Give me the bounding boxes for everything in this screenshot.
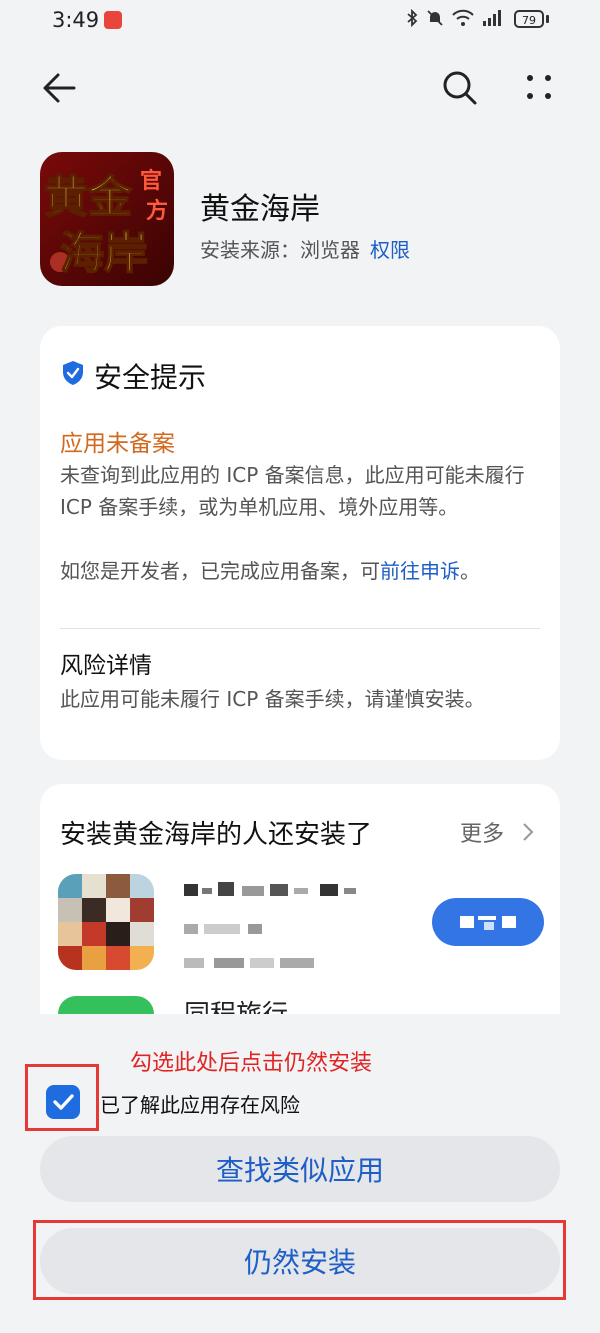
app-name: 黄金海岸	[200, 192, 320, 227]
svg-text:官: 官	[140, 168, 162, 194]
related-app-icon-blurred[interactable]	[58, 874, 154, 970]
bluetooth-icon	[407, 9, 418, 27]
risk-acknowledge-label[interactable]: 已了解此应用存在风险	[100, 1089, 300, 1118]
developer-suffix: 。	[460, 559, 480, 583]
status-time: 3:49	[52, 8, 100, 32]
related-app-install-button-blurred[interactable]	[432, 898, 544, 946]
status-bar: 3:49 79	[0, 0, 600, 44]
chevron-right-icon	[523, 823, 534, 841]
shield-check-icon	[63, 361, 83, 385]
related-app-info-blurred	[184, 880, 374, 980]
search-button[interactable]	[438, 66, 482, 110]
warning-text: 未查询到此应用的 ICP 备案信息，此应用可能未履行 ICP 备案手续，或为单机…	[60, 463, 525, 519]
checkmark-icon	[53, 1094, 74, 1110]
more-dots-icon	[527, 75, 551, 99]
back-button[interactable]	[38, 66, 82, 110]
mute-bell-icon	[427, 10, 443, 26]
divider	[60, 628, 540, 629]
notification-badge-icon	[104, 11, 122, 29]
wifi-icon	[452, 9, 474, 26]
svg-text:黄金: 黄金	[44, 172, 133, 223]
app-icon: 黄金 海岸 官 方	[40, 152, 174, 286]
permissions-link[interactable]: 权限	[370, 238, 410, 262]
install-source-label: 安装来源：浏览器	[200, 238, 360, 262]
warning-title: 应用未备案	[60, 431, 175, 457]
annotation-highlight-install	[33, 1220, 566, 1300]
find-similar-apps-button[interactable]: 查找类似应用	[40, 1136, 560, 1202]
risk-acknowledge-checkbox[interactable]	[46, 1085, 80, 1119]
developer-prefix: 如您是开发者，已完成应用备案，可	[60, 559, 380, 583]
battery-icon: 79	[514, 10, 544, 28]
developer-text: 如您是开发者，已完成应用备案，可前往申诉。	[60, 555, 540, 587]
arrow-left-icon	[43, 73, 76, 103]
more-options-button[interactable]	[518, 66, 562, 110]
annotation-hint: 勾选此处后点击仍然安装	[130, 1051, 373, 1076]
battery-nub	[546, 15, 549, 23]
search-icon	[443, 71, 477, 105]
install-source-line: 安装来源：浏览器 权限	[200, 234, 410, 263]
related-apps-title: 安装黄金海岸的人还安装了	[60, 820, 373, 850]
more-link[interactable]: 更多	[460, 816, 504, 848]
pixelated-text-block	[184, 882, 356, 968]
svg-text:方: 方	[146, 198, 168, 224]
app-icon-art: 黄金 海岸 官 方	[40, 152, 174, 286]
pixelated-image-icon	[58, 874, 154, 970]
safety-title: 安全提示	[94, 361, 207, 394]
cellular-signal-icon	[483, 10, 501, 26]
risk-text: 此应用可能未履行 ICP 备案手续，请谨慎安装。	[60, 687, 485, 711]
status-icons	[406, 9, 502, 27]
pixelated-button-label	[460, 916, 516, 930]
battery-level: 79	[522, 14, 536, 27]
appeal-link[interactable]: 前往申诉	[380, 559, 460, 583]
svg-text:海岸: 海岸	[60, 228, 148, 279]
risk-title: 风险详情	[60, 653, 152, 679]
